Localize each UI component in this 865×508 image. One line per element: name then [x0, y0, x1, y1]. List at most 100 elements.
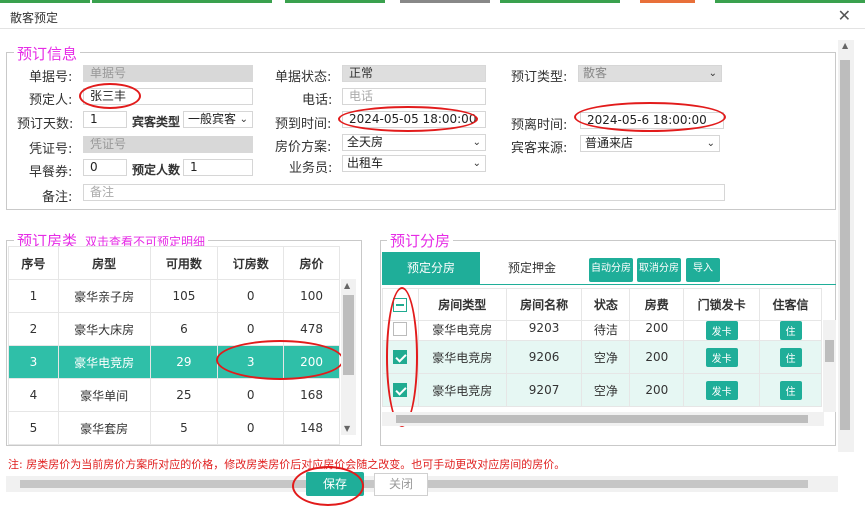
guest-type-select[interactable]: 一般宾客 ⌄ [183, 111, 253, 128]
chevron-down-icon: ⌄ [472, 158, 481, 169]
cell[interactable]: 200 [283, 345, 340, 379]
row-check-cell[interactable] [382, 373, 419, 407]
table-row[interactable]: 1 豪华亲子房 105 0 100 [8, 279, 340, 313]
col-header: 房间名称 [505, 288, 583, 321]
cell[interactable]: 0 [217, 279, 285, 313]
cell: 待洁 [581, 320, 631, 341]
col-header: 门锁发卡 [683, 288, 761, 321]
room-assign-table: 房间类型 房间名称 状态 房费 门锁发卡 住客信 豪华电竞房 9203 待洁 2… [382, 288, 822, 407]
auto-assign-button[interactable]: 自动分房 [589, 258, 633, 282]
cell[interactable]: 200 [629, 373, 685, 407]
import-button[interactable]: 导入 [686, 258, 720, 282]
scroll-up-icon[interactable]: ▲ [344, 281, 350, 290]
cancel-assign-button[interactable]: 取消分房 [637, 258, 681, 282]
guest-info-button[interactable]: 住 [779, 380, 802, 400]
cell: 2 [8, 312, 59, 346]
cell[interactable]: 3 [217, 345, 285, 379]
breakfast-field[interactable]: 0 [83, 159, 127, 176]
cell: 5 [8, 411, 59, 445]
scroll-down-icon[interactable]: ▼ [344, 424, 350, 433]
col-header: 住客信 [759, 288, 822, 321]
chevron-down-icon: ⌄ [472, 137, 481, 148]
order-no-field[interactable]: 单据号 [83, 65, 253, 82]
days-label: 预订天数: [17, 117, 74, 132]
status-label: 单据状态: [275, 70, 332, 85]
cell: 豪华电竞房 [417, 340, 507, 374]
guest-info-button[interactable]: 住 [779, 321, 802, 340]
table-row[interactable]: 2 豪华大床房 6 0 478 [8, 312, 340, 346]
price-plan-select[interactable]: 全天房 ⌄ [342, 134, 486, 151]
cell[interactable]: 0 [217, 378, 285, 412]
tab-underline [382, 284, 836, 285]
scroll-up-icon[interactable]: ▲ [842, 41, 848, 50]
cell[interactable]: 168 [283, 378, 340, 412]
col-header: 房间类型 [417, 288, 507, 321]
close-icon[interactable]: ✕ [838, 6, 851, 25]
guest-info-button[interactable]: 住 [779, 347, 802, 367]
table-row[interactable]: 5 豪华套房 5 0 148 [8, 411, 340, 445]
table-row-checked[interactable]: 豪华电竞房 9207 空净 200 发卡 住 [382, 373, 822, 407]
save-button[interactable]: 保存 [306, 472, 364, 496]
select-all-checkbox[interactable] [393, 297, 408, 312]
table-row[interactable]: 豪华电竞房 9203 待洁 200 发卡 住 [382, 320, 822, 341]
row-checkbox[interactable] [393, 350, 408, 365]
remark-field[interactable]: 备注 [83, 184, 725, 201]
price-plan-label: 房价方案: [275, 140, 332, 155]
room-types-scrollbar[interactable] [341, 279, 356, 435]
cell[interactable]: 0 [217, 312, 285, 346]
voucher-field[interactable]: 凭证号 [83, 136, 253, 153]
days-field[interactable]: 1 [83, 111, 127, 128]
cell[interactable]: 478 [283, 312, 340, 346]
cell: 29 [149, 345, 219, 379]
status-field: 正常 [342, 65, 486, 82]
table-row[interactable]: 4 豪华单间 25 0 168 [8, 378, 340, 412]
cell: 6 [149, 312, 219, 346]
row-check-cell[interactable] [382, 340, 419, 374]
chevron-down-icon: ⌄ [706, 138, 715, 149]
select-all-cell[interactable] [382, 288, 419, 321]
tab-room-assign[interactable]: 预定分房 [382, 252, 480, 284]
dialog-scrollbar[interactable] [838, 40, 854, 452]
source-select[interactable]: 普通来店 ⌄ [580, 135, 720, 152]
arrive-time-label: 预到时间: [275, 117, 332, 132]
persons-label: 预定人数 [132, 163, 181, 177]
row-check-cell[interactable] [382, 320, 419, 341]
col-header: 订房数 [217, 246, 285, 280]
chevron-down-icon: ⌄ [708, 68, 717, 79]
phone-field[interactable]: 电话 [342, 88, 486, 105]
cell[interactable]: 148 [283, 411, 340, 445]
room-assign-hscrollbar[interactable] [382, 412, 824, 426]
cell[interactable]: 200 [629, 340, 685, 374]
arrive-time-field[interactable]: 2024-05-05 18:00:00 [342, 111, 486, 128]
cell: 豪华大床房 [57, 312, 151, 346]
booking-type-select[interactable]: 散客 ⌄ [578, 65, 722, 82]
price-note: 注: 房类房价为当前房价方案所对应的价格，修改房类房价后对应房价会随之改变。也可… [8, 458, 566, 471]
cell: 豪华亲子房 [57, 279, 151, 313]
cell: 空净 [581, 373, 631, 407]
close-button[interactable]: 关闭 [374, 473, 428, 496]
col-header: 状态 [581, 288, 631, 321]
leave-time-label: 预离时间: [511, 118, 568, 133]
cell[interactable]: 0 [217, 411, 285, 445]
cell: 豪华套房 [57, 411, 151, 445]
cell: 5 [149, 411, 219, 445]
room-assign-scrollbar[interactable] [823, 320, 836, 412]
tab-deposit[interactable]: 预定押金 [490, 252, 574, 284]
booker-field[interactable]: 张三丰 [83, 88, 253, 105]
issue-card-button[interactable]: 发卡 [705, 321, 738, 340]
room-assign-header: 房间类型 房间名称 状态 房费 门锁发卡 住客信 [382, 288, 822, 321]
table-row-checked[interactable]: 豪华电竞房 9206 空净 200 发卡 住 [382, 340, 822, 374]
cell: 1 [8, 279, 59, 313]
cell[interactable]: 100 [283, 279, 340, 313]
row-checkbox[interactable] [393, 321, 408, 336]
persons-field[interactable]: 1 [183, 159, 253, 176]
row-checkbox[interactable] [393, 383, 408, 398]
salesman-select[interactable]: 出租车 ⌄ [342, 155, 486, 172]
table-row-selected[interactable]: 3 豪华电竞房 29 3 200 [8, 345, 340, 379]
chevron-down-icon: ⌄ [239, 114, 248, 125]
issue-card-button[interactable]: 发卡 [705, 347, 738, 367]
col-header: 房费 [629, 288, 685, 321]
issue-card-button[interactable]: 发卡 [705, 380, 738, 400]
leave-time-field[interactable]: 2024-05-6 18:00:00 [580, 112, 724, 129]
cell[interactable]: 200 [629, 320, 685, 341]
